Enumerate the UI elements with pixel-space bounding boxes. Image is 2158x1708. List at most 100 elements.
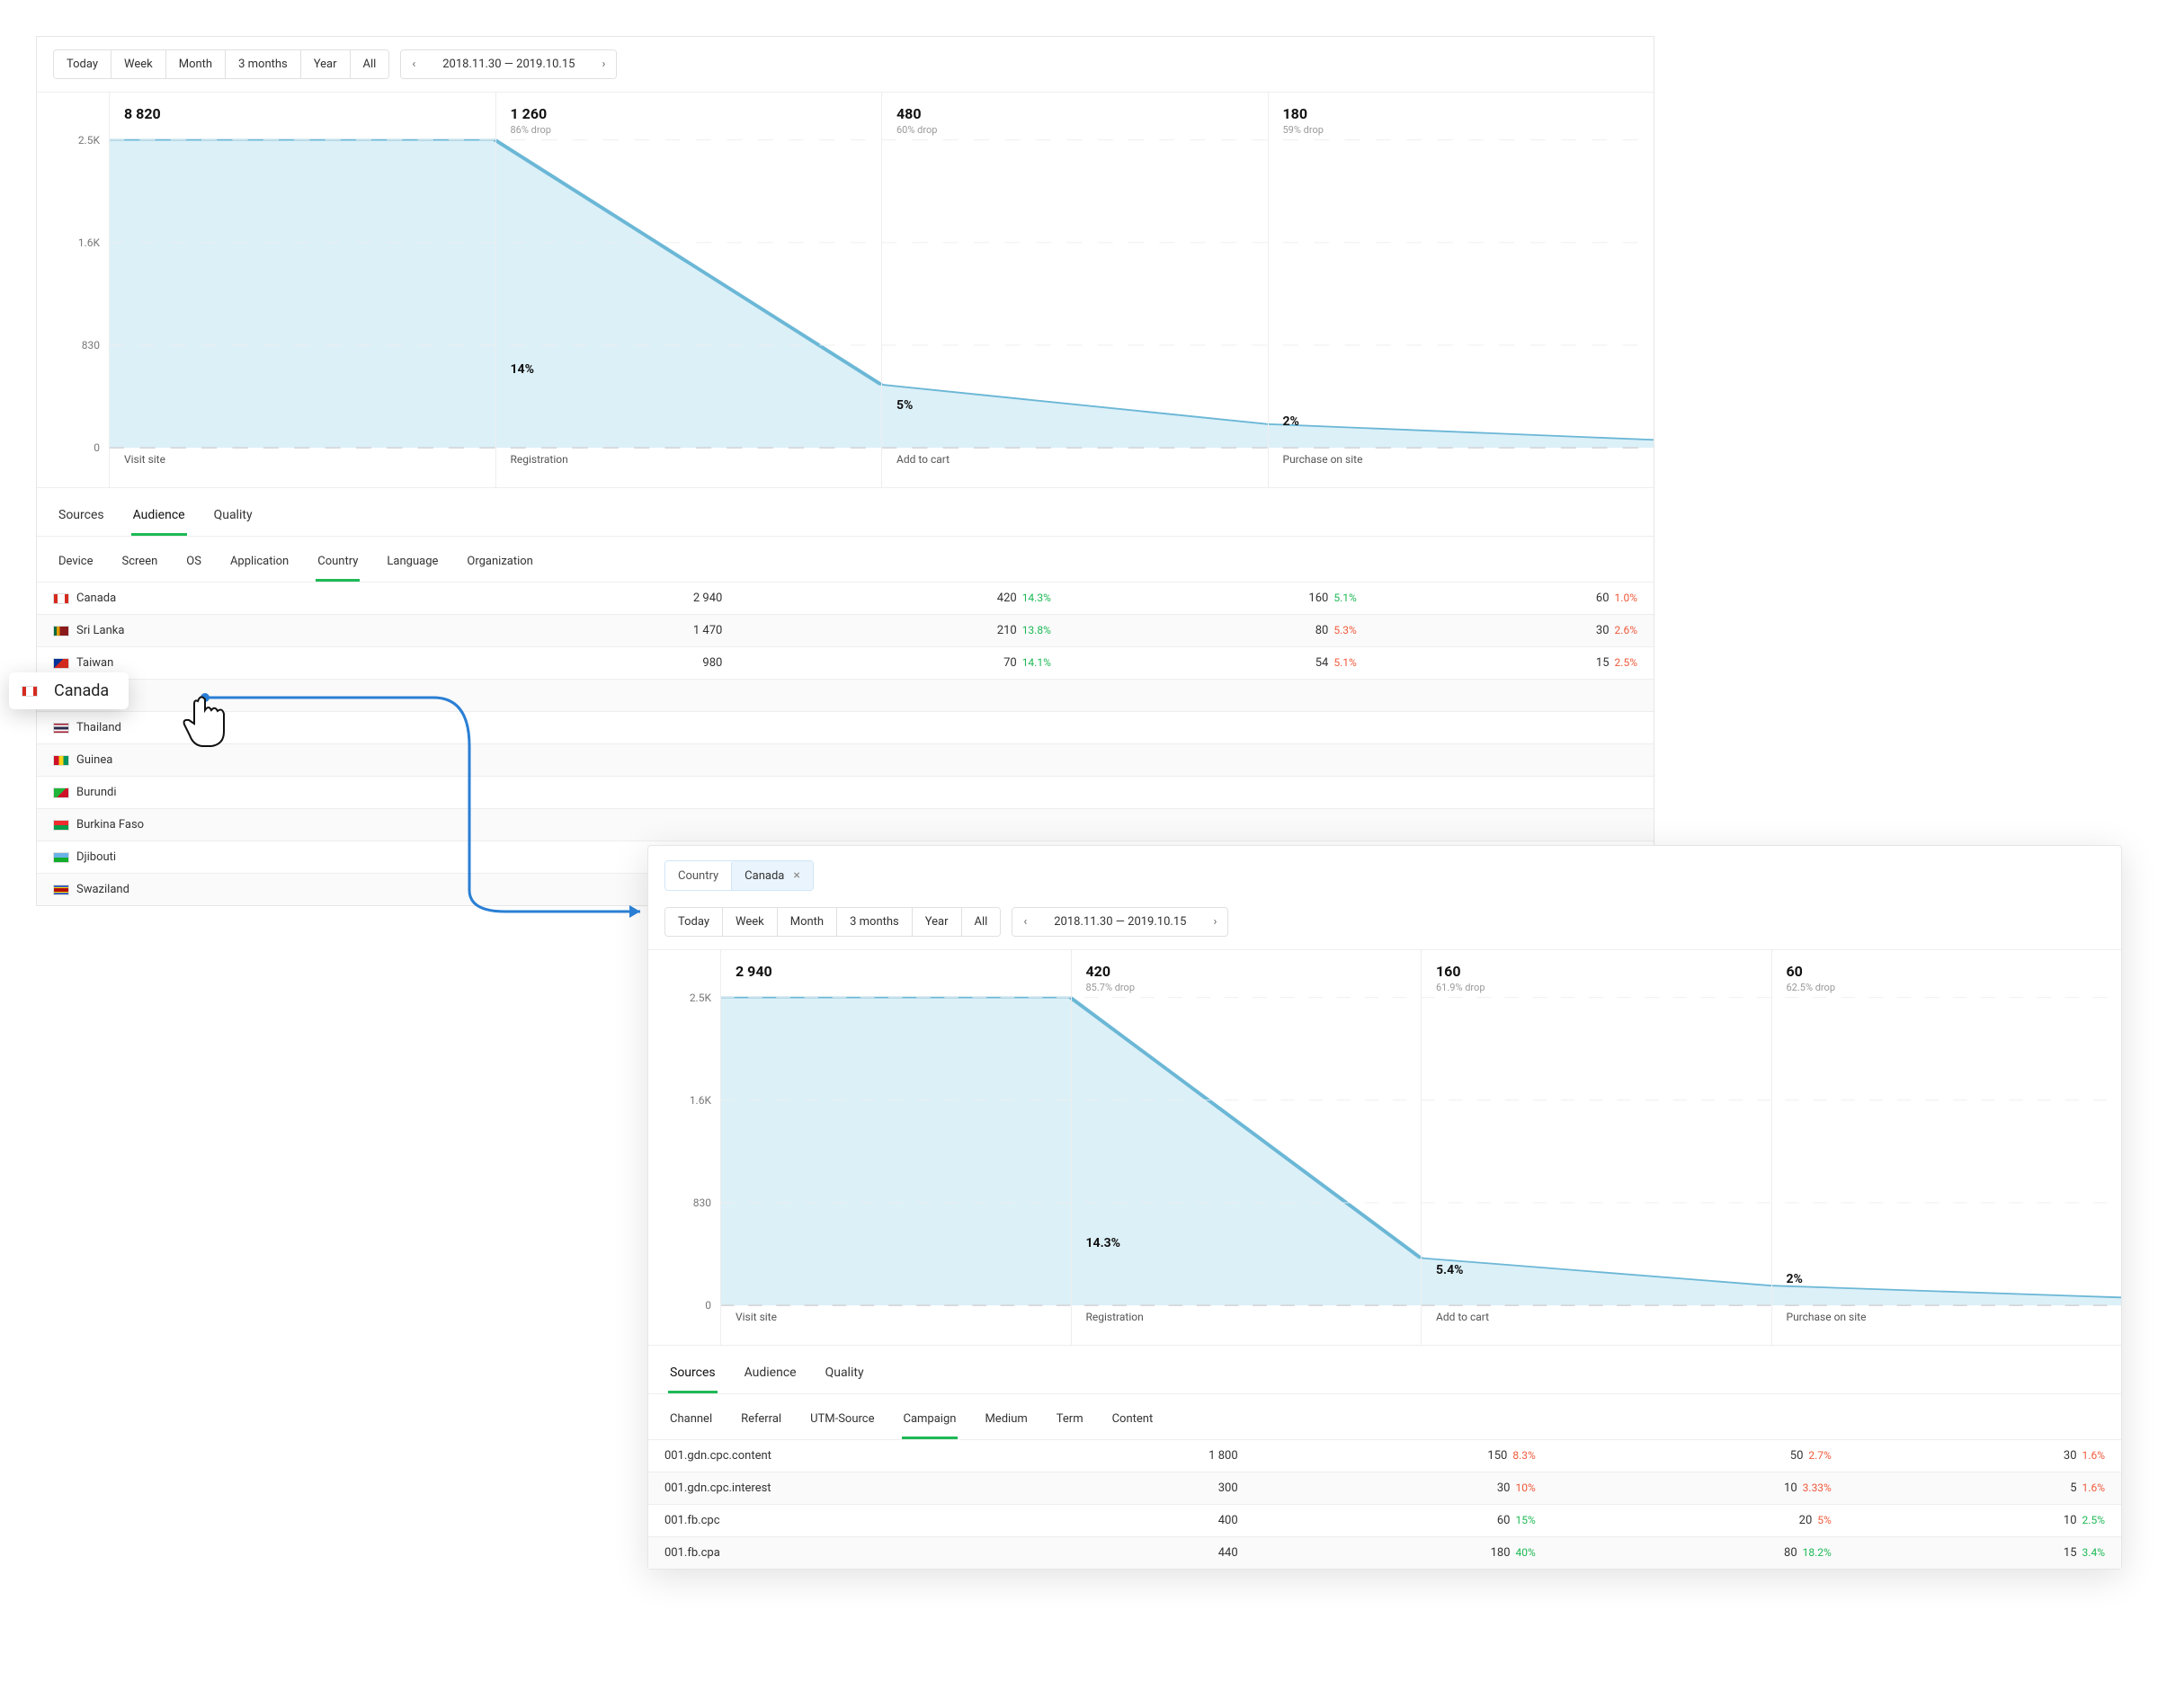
subtab-utm-source[interactable]: UTM-Source	[808, 1401, 876, 1439]
stage-label: Visit site	[124, 453, 165, 466]
stage-percent: 14%	[511, 362, 534, 377]
funnel-chart: 2.5K1.6K8300 2 940Visit site42085.7% dro…	[648, 949, 2121, 1345]
hover-row-canada[interactable]: Canada	[9, 672, 129, 709]
stage-value: 480	[896, 105, 1253, 122]
range-button-today[interactable]: Today	[665, 908, 723, 936]
date-picker: ‹ 2018.11.30 — 2019.10.15 ›	[1012, 907, 1228, 937]
date-range-bar: TodayWeekMonth3 monthsYearAll ‹ 2018.11.…	[37, 37, 1654, 92]
next-range-button[interactable]: ›	[1202, 908, 1227, 936]
subtab-language[interactable]: Language	[385, 544, 440, 582]
subtab-medium[interactable]: Medium	[983, 1401, 1029, 1439]
prev-range-button[interactable]: ‹	[1012, 908, 1038, 936]
table-row[interactable]: 001.fb.cpa44018040%8018.2%153.4%	[648, 1537, 2121, 1570]
stage-drop: 62.5% drop	[1787, 982, 2108, 993]
range-button-month[interactable]: Month	[778, 908, 837, 936]
stage-drop: 85.7% drop	[1086, 982, 1407, 993]
table-row[interactable]: 001.fb.cpc4006015%205%102.5%	[648, 1505, 2121, 1537]
funnel-stage: 6062.5% drop2%Purchase on site	[1771, 950, 2122, 1345]
flag-icon	[53, 787, 69, 798]
y-tick: 1.6K	[78, 236, 100, 249]
flag-icon	[53, 593, 69, 604]
funnel-stage: 1 26086% drop14%Registration	[495, 93, 882, 487]
tab-quality[interactable]: Quality	[212, 497, 254, 536]
remove-filter-button[interactable]: ×	[793, 868, 799, 883]
tab-audience[interactable]: Audience	[743, 1355, 798, 1393]
range-button-month[interactable]: Month	[166, 50, 226, 78]
prev-range-button[interactable]: ‹	[401, 50, 426, 78]
tab-sources[interactable]: Sources	[668, 1355, 718, 1393]
y-tick: 830	[693, 1196, 711, 1209]
range-segmented: TodayWeekMonth3 monthsYearAll	[664, 907, 1001, 937]
stage-label: Registration	[511, 453, 568, 466]
funnel-columns: 8 820Visit site1 26086% drop14%Registrat…	[109, 93, 1654, 487]
stage-drop: 86% drop	[511, 124, 868, 136]
flag-icon	[53, 885, 69, 895]
table-row[interactable]: Sri Lanka1 47021013.8%805.3%302.6%	[37, 615, 1654, 647]
table-row[interactable]: Guinea	[37, 744, 1654, 777]
funnel-chart: 2.5K1.6K8300 8 820Visit site1 26086% dro…	[37, 92, 1654, 487]
range-button-year[interactable]: Year	[301, 50, 351, 78]
subtab-screen[interactable]: Screen	[120, 544, 160, 582]
subtab-organization[interactable]: Organization	[465, 544, 534, 582]
range-button-3-months[interactable]: 3 months	[226, 50, 301, 78]
stage-label: Purchase on site	[1787, 1311, 1867, 1323]
panel-filtered: Country Canada × TodayWeekMonth3 monthsY…	[647, 845, 2122, 1570]
range-button-3-months[interactable]: 3 months	[837, 908, 913, 936]
stage-label: Purchase on site	[1283, 453, 1363, 466]
stage-drop: 59% drop	[1283, 124, 1640, 136]
funnel-stage: 48060% drop5%Add to cart	[881, 93, 1268, 487]
primary-tabs: Sources Audience Quality	[648, 1345, 2121, 1393]
funnel-stage: 2 940Visit site	[720, 950, 1071, 1345]
funnel-stage: 42085.7% drop14.3%Registration	[1071, 950, 1422, 1345]
range-button-all[interactable]: All	[351, 50, 389, 78]
stage-percent: 5%	[896, 398, 913, 413]
y-axis: 2.5K1.6K8300	[648, 950, 720, 1345]
stage-percent: 2%	[1283, 414, 1299, 429]
subtab-term[interactable]: Term	[1055, 1401, 1085, 1439]
table-row[interactable]: Laos	[37, 680, 1654, 712]
table-row[interactable]: 001.gdn.cpc.interest3003010%103.33%51.6%	[648, 1472, 2121, 1505]
flag-icon	[53, 852, 69, 863]
primary-tabs: Sources Audience Quality	[37, 487, 1654, 536]
next-range-button[interactable]: ›	[591, 50, 616, 78]
date-range-label[interactable]: 2018.11.30 — 2019.10.15	[1038, 908, 1202, 936]
funnel-stage: 16061.9% drop5.4%Add to cart	[1421, 950, 1771, 1345]
tab-quality[interactable]: Quality	[824, 1355, 866, 1393]
range-button-year[interactable]: Year	[913, 908, 962, 936]
funnel-stage: 8 820Visit site	[109, 93, 495, 487]
stage-value: 420	[1086, 963, 1407, 980]
y-tick: 0	[705, 1299, 711, 1312]
range-button-today[interactable]: Today	[54, 50, 111, 78]
subtab-content[interactable]: Content	[1110, 1401, 1155, 1439]
subtab-application[interactable]: Application	[228, 544, 290, 582]
tab-sources[interactable]: Sources	[57, 497, 106, 536]
table-row[interactable]: Canada2 94042014.3%1605.1%601.0%	[37, 583, 1654, 615]
table-row[interactable]: Taiwan9807014.1%545.1%152.5%	[37, 647, 1654, 680]
canada-flag-icon	[22, 686, 38, 697]
table-row[interactable]: Burkina Faso	[37, 809, 1654, 841]
range-button-all[interactable]: All	[962, 908, 1001, 936]
subtab-country[interactable]: Country	[316, 544, 360, 582]
range-button-week[interactable]: Week	[111, 50, 166, 78]
stage-percent: 2%	[1787, 1272, 1803, 1286]
table-row[interactable]: Thailand	[37, 712, 1654, 744]
table-row[interactable]: Burundi	[37, 777, 1654, 809]
subtab-os[interactable]: OS	[184, 544, 203, 582]
stage-percent: 14.3%	[1086, 1236, 1121, 1250]
filter-chip-label: Country	[665, 862, 732, 890]
date-range-label[interactable]: 2018.11.30 — 2019.10.15	[426, 50, 591, 78]
campaign-table: 001.gdn.cpc.content1 8001508.3%502.7%301…	[648, 1439, 2121, 1569]
hover-row-label: Canada	[54, 681, 109, 700]
subtab-device[interactable]: Device	[57, 544, 95, 582]
subtab-campaign[interactable]: Campaign	[902, 1401, 959, 1439]
range-segmented: TodayWeekMonth3 monthsYearAll	[53, 49, 389, 79]
subtab-referral[interactable]: Referral	[739, 1401, 783, 1439]
flag-icon	[53, 755, 69, 766]
stage-value: 160	[1436, 963, 1757, 980]
subtab-channel[interactable]: Channel	[668, 1401, 714, 1439]
range-button-week[interactable]: Week	[723, 908, 778, 936]
filter-chip-value: Canada	[745, 869, 784, 883]
tab-audience[interactable]: Audience	[131, 497, 187, 536]
table-row[interactable]: 001.gdn.cpc.content1 8001508.3%502.7%301…	[648, 1440, 2121, 1472]
stage-label: Add to cart	[1436, 1311, 1489, 1323]
